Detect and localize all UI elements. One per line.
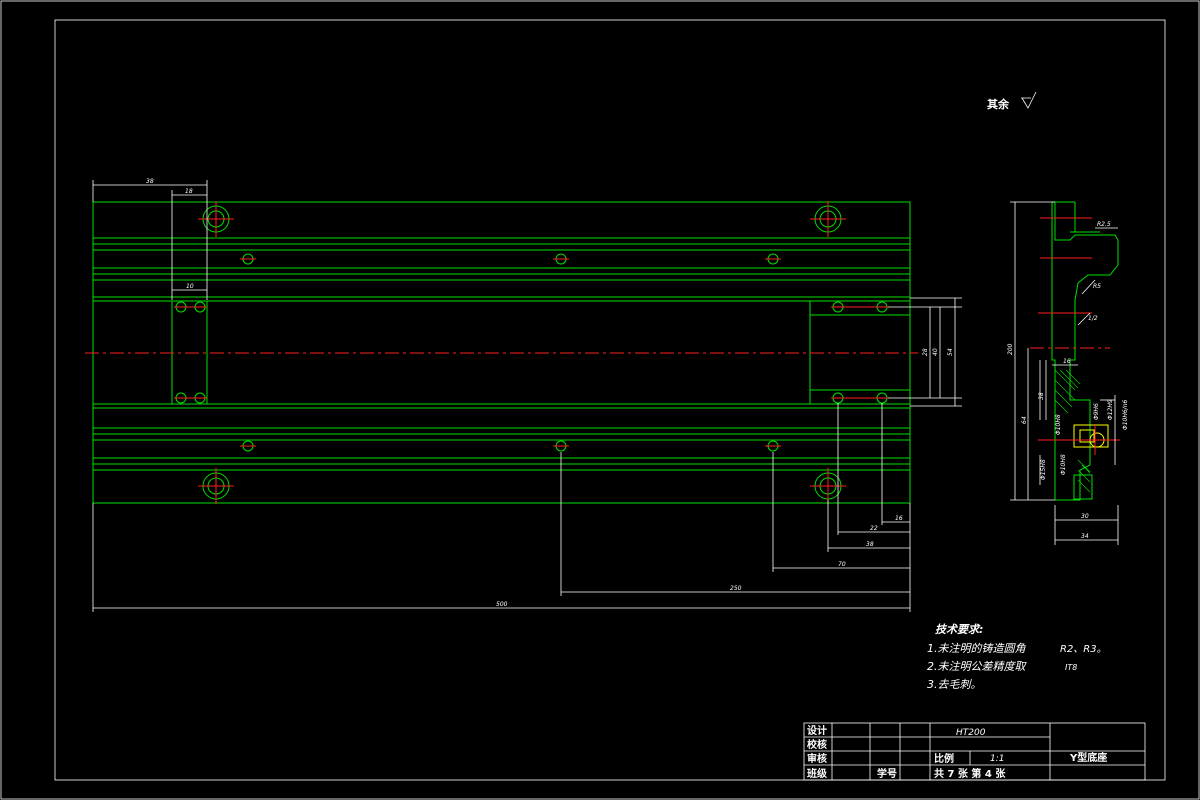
dimension-lines — [92, 180, 962, 612]
rail-holes — [174, 253, 889, 452]
surface-note: 其余 — [987, 97, 1010, 111]
dim-d38: 38 — [1038, 392, 1045, 400]
dim-dm4: Φ9H6 — [1093, 403, 1100, 420]
dim-dm5: Φ12H9 — [1107, 399, 1114, 420]
tech-title: 技术要求: — [935, 623, 983, 636]
label-scale: 比例 — [934, 752, 954, 765]
label-class: 班级 — [807, 767, 828, 780]
tech-line-1: 1.未注明的铸造圆角 — [927, 642, 1026, 655]
dim-h200: 200 — [1007, 343, 1014, 355]
part-name: Y型底座 — [1069, 751, 1107, 764]
dim-54: 54 — [947, 348, 954, 356]
dim-dm3: Φ10H8 — [1060, 454, 1067, 475]
dim-dm2: Φ15H8 — [1040, 459, 1047, 480]
roughness-symbol — [1021, 91, 1037, 109]
label-review: 审核 — [807, 752, 827, 765]
dim-d64: 64 — [1021, 416, 1028, 424]
dim-w34: 34 — [1081, 533, 1089, 540]
tech-line-3: 3.去毛刺。 — [927, 678, 982, 691]
side-view: R2.5 R5 1/2 200 16 38 64 Φ10H8 Φ15H8 Φ10… — [1007, 201, 1129, 545]
dim-r5: R5 — [1093, 283, 1101, 290]
dim-10: 10 — [186, 283, 194, 290]
scale-value: 1:1 — [990, 754, 1004, 764]
tech-line-2: 2.未注明公差精度取 — [927, 660, 1027, 673]
dim-500: 500 — [496, 601, 508, 608]
dim-22: 22 — [870, 525, 878, 532]
dim-d16: 16 — [1063, 358, 1071, 365]
dim-dm6: Φ10H6/n6 — [1122, 399, 1129, 430]
top-view — [85, 201, 918, 504]
dim-16: 16 — [895, 515, 903, 522]
tech-line-2-value: IT8 — [1065, 663, 1077, 672]
dim-dm1: Φ10H8 — [1055, 414, 1062, 435]
outer-border — [0, 0, 1200, 800]
dim-18: 18 — [185, 188, 193, 195]
title-block: HT200 设计 校核 审核 班级 学号 比例 1:1 Y型底座 共 7 张 第… — [803, 722, 1146, 781]
dim-r25: R2.5 — [1097, 221, 1111, 228]
dim-38b: 38 — [866, 541, 874, 548]
label-check: 校核 — [807, 738, 827, 751]
dim-40: 40 — [932, 348, 939, 356]
dim-38: 38 — [146, 178, 154, 185]
label-design: 设计 — [807, 724, 827, 737]
label-student-no: 学号 — [877, 767, 897, 780]
drawing-canvas: 其余 38 18 10 28 40 54 16 22 38 70 250 500… — [0, 0, 1200, 800]
sheet-info: 共 7 张 第 4 张 — [934, 767, 1006, 780]
dim-70: 70 — [838, 561, 846, 568]
dim-250: 250 — [730, 585, 742, 592]
tech-requirements: 技术要求: 1.未注明的铸造圆角 R2、R3。 2.未注明公差精度取 IT8 3… — [927, 623, 1107, 691]
dim-w30: 30 — [1081, 513, 1089, 520]
dim-ra: 1/2 — [1088, 315, 1098, 322]
tech-line-1-value: R2、R3。 — [1060, 644, 1107, 655]
dim-28: 28 — [922, 348, 929, 356]
material: HT200 — [956, 728, 986, 738]
